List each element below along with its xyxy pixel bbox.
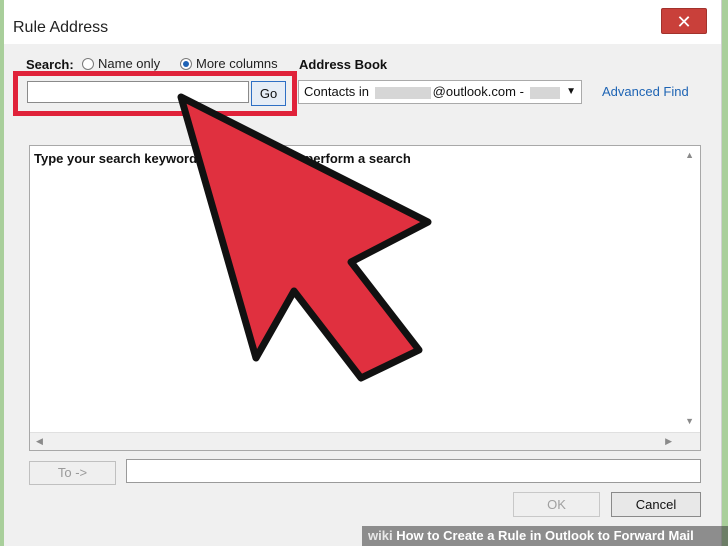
redacted-block xyxy=(529,86,560,99)
close-icon: ✕ xyxy=(676,12,692,32)
results-list[interactable]: Type your search keywords perform a searc… xyxy=(29,145,701,451)
radio-name-only[interactable]: Name only xyxy=(82,56,160,71)
dropdown-arrow-icon: ▼ xyxy=(566,86,576,97)
cancel-button[interactable]: Cancel xyxy=(611,492,701,517)
banner-title: How to Create a Rule in Outlook to Forwa… xyxy=(396,528,694,543)
search-highlight-box xyxy=(13,71,297,116)
title-bar: Rule Address ✕ xyxy=(4,0,721,44)
to-button[interactable]: To -> xyxy=(29,461,116,485)
address-book-dropdown[interactable]: Contacts in @outlook.com - ▼ xyxy=(298,80,582,104)
scroll-down-icon[interactable]: ▼ xyxy=(685,416,694,426)
to-field[interactable] xyxy=(126,459,701,483)
address-book-suffix: @outlook.com - xyxy=(432,84,524,99)
scroll-left-icon[interactable]: ◀ xyxy=(36,436,43,447)
search-label: Search: xyxy=(26,57,74,72)
rule-address-dialog: Rule Address ✕ Search: Name only More co… xyxy=(4,0,722,546)
footer-banner: wiki How to Create a Rule in Outlook to … xyxy=(362,526,728,546)
window-title: Rule Address xyxy=(13,19,109,36)
radio-selected-icon xyxy=(180,57,192,70)
horizontal-scrollbar[interactable]: ◀ ▶ xyxy=(30,432,700,450)
radio-icon xyxy=(82,57,94,70)
banner-wiki: wiki xyxy=(368,528,393,543)
radio-name-only-label: Name only xyxy=(98,56,161,71)
radio-more-columns[interactable]: More columns xyxy=(180,56,278,71)
advanced-find-link[interactable]: Advanced Find xyxy=(602,84,689,99)
results-hint: Type your search keywords perform a searc… xyxy=(34,151,411,166)
scroll-up-icon[interactable]: ▲ xyxy=(685,150,694,160)
close-button[interactable]: ✕ xyxy=(661,8,707,34)
scroll-right-icon[interactable]: ▶ xyxy=(665,436,672,447)
address-book-label: Address Book xyxy=(299,57,388,72)
ok-button[interactable]: OK xyxy=(513,492,600,517)
redacted-block xyxy=(374,86,431,99)
address-book-prefix: Contacts in xyxy=(304,84,370,99)
radio-more-columns-label: More columns xyxy=(196,56,278,71)
